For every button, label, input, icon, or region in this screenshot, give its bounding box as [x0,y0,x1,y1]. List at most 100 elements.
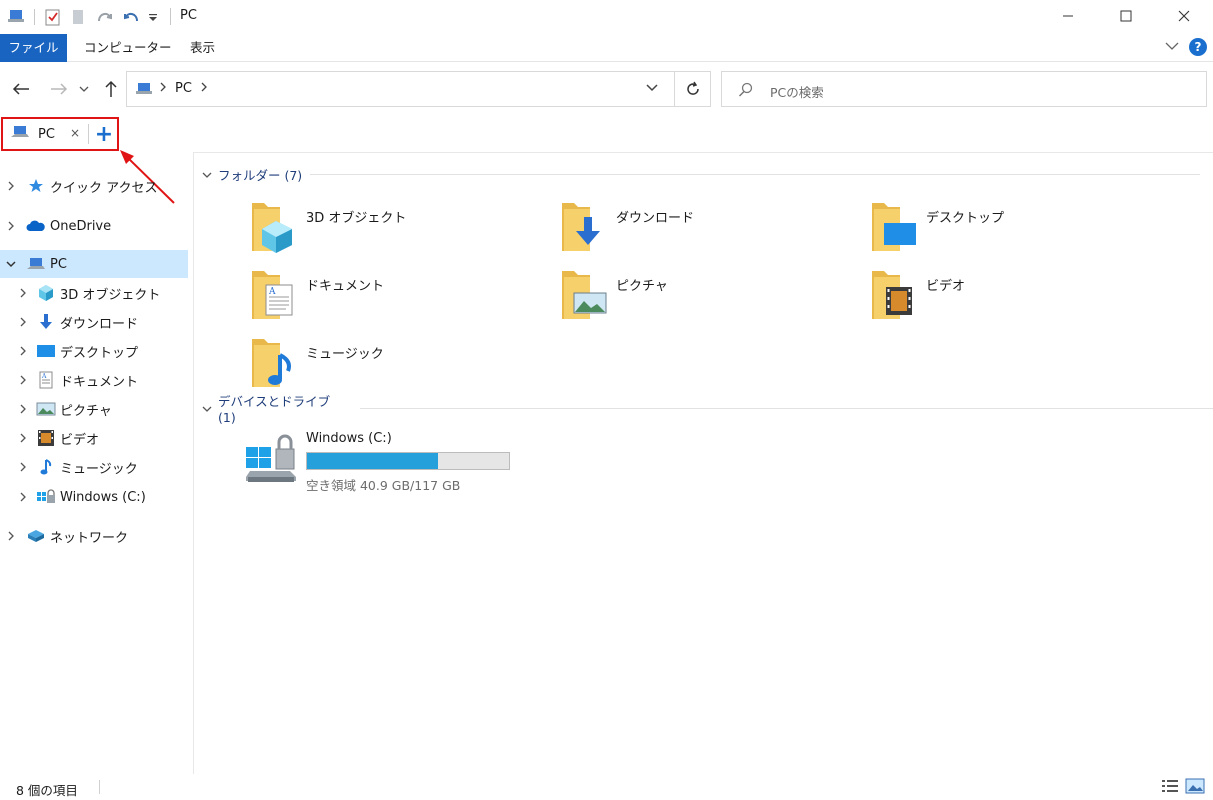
chevron-right-icon[interactable] [16,433,30,443]
up-button[interactable] [100,78,122,100]
status-bar: 8 個の項目 [0,774,1213,800]
desktop-icon [36,341,56,361]
document-folder-icon: A [252,271,293,319]
tab-divider [88,124,89,144]
address-dropdown-icon[interactable] [645,82,659,97]
chevron-right-icon[interactable] [4,221,18,231]
properties-icon[interactable] [43,7,63,27]
picture-folder-icon [562,271,607,319]
sidebar-item-desktop[interactable]: デスクトップ [0,337,188,365]
refresh-button[interactable] [674,72,710,106]
folder-3d-objects[interactable]: 3D オブジェクト [250,199,550,263]
maximize-button[interactable] [1097,0,1155,32]
folder-downloads[interactable]: ダウンロード [560,199,860,263]
music-icon [36,457,56,477]
music-folder-icon [252,339,291,387]
details-view-icon[interactable] [1161,778,1179,798]
drive-windows-c[interactable]: Windows (C:) 空き領域 40.9 GB/117 GB [244,431,544,495]
back-button[interactable] [10,78,32,100]
chevron-right-icon[interactable] [159,81,167,96]
ribbon-tabs: ファイル コンピューター 表示 ? [0,34,1213,62]
document-icon: A [36,370,56,390]
pc-icon [26,254,46,274]
chevron-down-icon[interactable] [202,401,212,416]
sidebar-item-windows-c[interactable]: Windows (C:) [0,483,188,511]
sidebar-item-videos[interactable]: ビデオ [0,424,188,452]
chevron-right-icon[interactable] [16,346,30,356]
drive-icon [36,487,56,507]
item-count: 8 個の項目 [16,783,78,798]
recent-locations-icon[interactable] [76,78,92,100]
tab-pc[interactable]: PC × [4,120,86,148]
pc-icon[interactable] [6,7,26,27]
search-icon [738,82,754,102]
tab-strip: PC × + [0,116,1213,152]
sidebar-item-3d-objects[interactable]: 3D オブジェクト [0,279,188,307]
download-folder-icon [562,203,600,251]
chevron-right-icon[interactable] [200,81,208,96]
customize-toolbar-icon[interactable] [147,7,159,27]
devices-group-header[interactable]: デバイスとドライブ (1) [202,394,1213,425]
folder-music[interactable]: ミュージック [250,335,550,399]
chevron-down-icon[interactable] [4,260,18,268]
minimize-button[interactable] [1039,0,1097,32]
content-area: フォルダー (7) 3D オブジェクト ダウンロード デスクトップ A ドキュメ… [194,152,1213,774]
tab-view[interactable]: 表示 [178,34,227,62]
sidebar-item-documents[interactable]: A ドキュメント [0,366,188,394]
tab-label: PC [38,126,55,142]
folder-desktop[interactable]: デスクトップ [870,199,1170,263]
ribbon-right: ? [1165,38,1207,56]
chevron-right-icon[interactable] [16,317,30,327]
search-box[interactable]: PCの検索 [721,71,1207,107]
search-placeholder: PCの検索 [770,85,824,100]
chevron-right-icon[interactable] [16,288,30,298]
group-divider [310,173,1201,175]
chevron-down-icon[interactable] [202,167,212,182]
chevron-right-icon[interactable] [4,181,18,191]
svg-text:A: A [41,373,47,380]
close-button[interactable] [1155,0,1213,32]
pc-icon [10,124,30,144]
picture-icon [36,399,56,419]
expand-ribbon-icon[interactable] [1165,40,1179,55]
chevron-right-icon[interactable] [16,492,30,502]
folders-group-header[interactable]: フォルダー (7) [202,164,1201,184]
drive-free-space: 空き領域 40.9 GB/117 GB [306,478,461,493]
chevron-right-icon[interactable] [16,462,30,472]
tab-file[interactable]: ファイル [0,34,67,62]
breadcrumb-pc[interactable]: PC [175,81,192,96]
sidebar-item-music[interactable]: ミュージック [0,453,188,481]
redo-icon[interactable] [95,7,115,27]
sidebar-item-network[interactable]: ネットワーク [0,522,188,550]
help-icon[interactable]: ? [1189,38,1207,56]
folder-pictures[interactable]: ピクチャ [560,267,860,331]
sidebar-item-quick-access[interactable]: クイック アクセス [0,172,188,200]
chevron-right-icon[interactable] [4,531,18,541]
sidebar-item-pictures[interactable]: ピクチャ [0,395,188,423]
forward-button[interactable] [48,78,70,100]
chevron-right-icon[interactable] [16,375,30,385]
tab-computer[interactable]: コンピューター [72,34,184,62]
status-divider [99,780,100,794]
folder-videos[interactable]: ビデオ [870,267,1170,331]
star-icon [26,176,46,196]
folder-documents[interactable]: A ドキュメント [250,267,550,331]
address-bar[interactable]: PC [126,71,711,107]
new-tab-button[interactable]: + [92,120,116,148]
cube-folder-icon [252,203,292,253]
window-controls [1039,0,1213,32]
navigation-row: PC PCの検索 [0,70,1213,108]
sidebar-item-downloads[interactable]: ダウンロード [0,308,188,336]
window-title: PC [180,8,197,23]
tab-close-icon[interactable]: × [70,126,80,140]
sidebar-item-onedrive[interactable]: OneDrive [0,212,188,240]
undo-icon[interactable] [121,7,141,27]
sidebar-item-pc[interactable]: PC [0,250,188,278]
drive-usage-bar [306,452,510,470]
title-bar: PC [0,0,1213,32]
group-divider [359,407,1213,409]
new-folder-icon[interactable] [69,7,89,27]
large-icons-view-icon[interactable] [1185,778,1205,798]
chevron-right-icon[interactable] [16,404,30,414]
cloud-icon [26,216,46,236]
